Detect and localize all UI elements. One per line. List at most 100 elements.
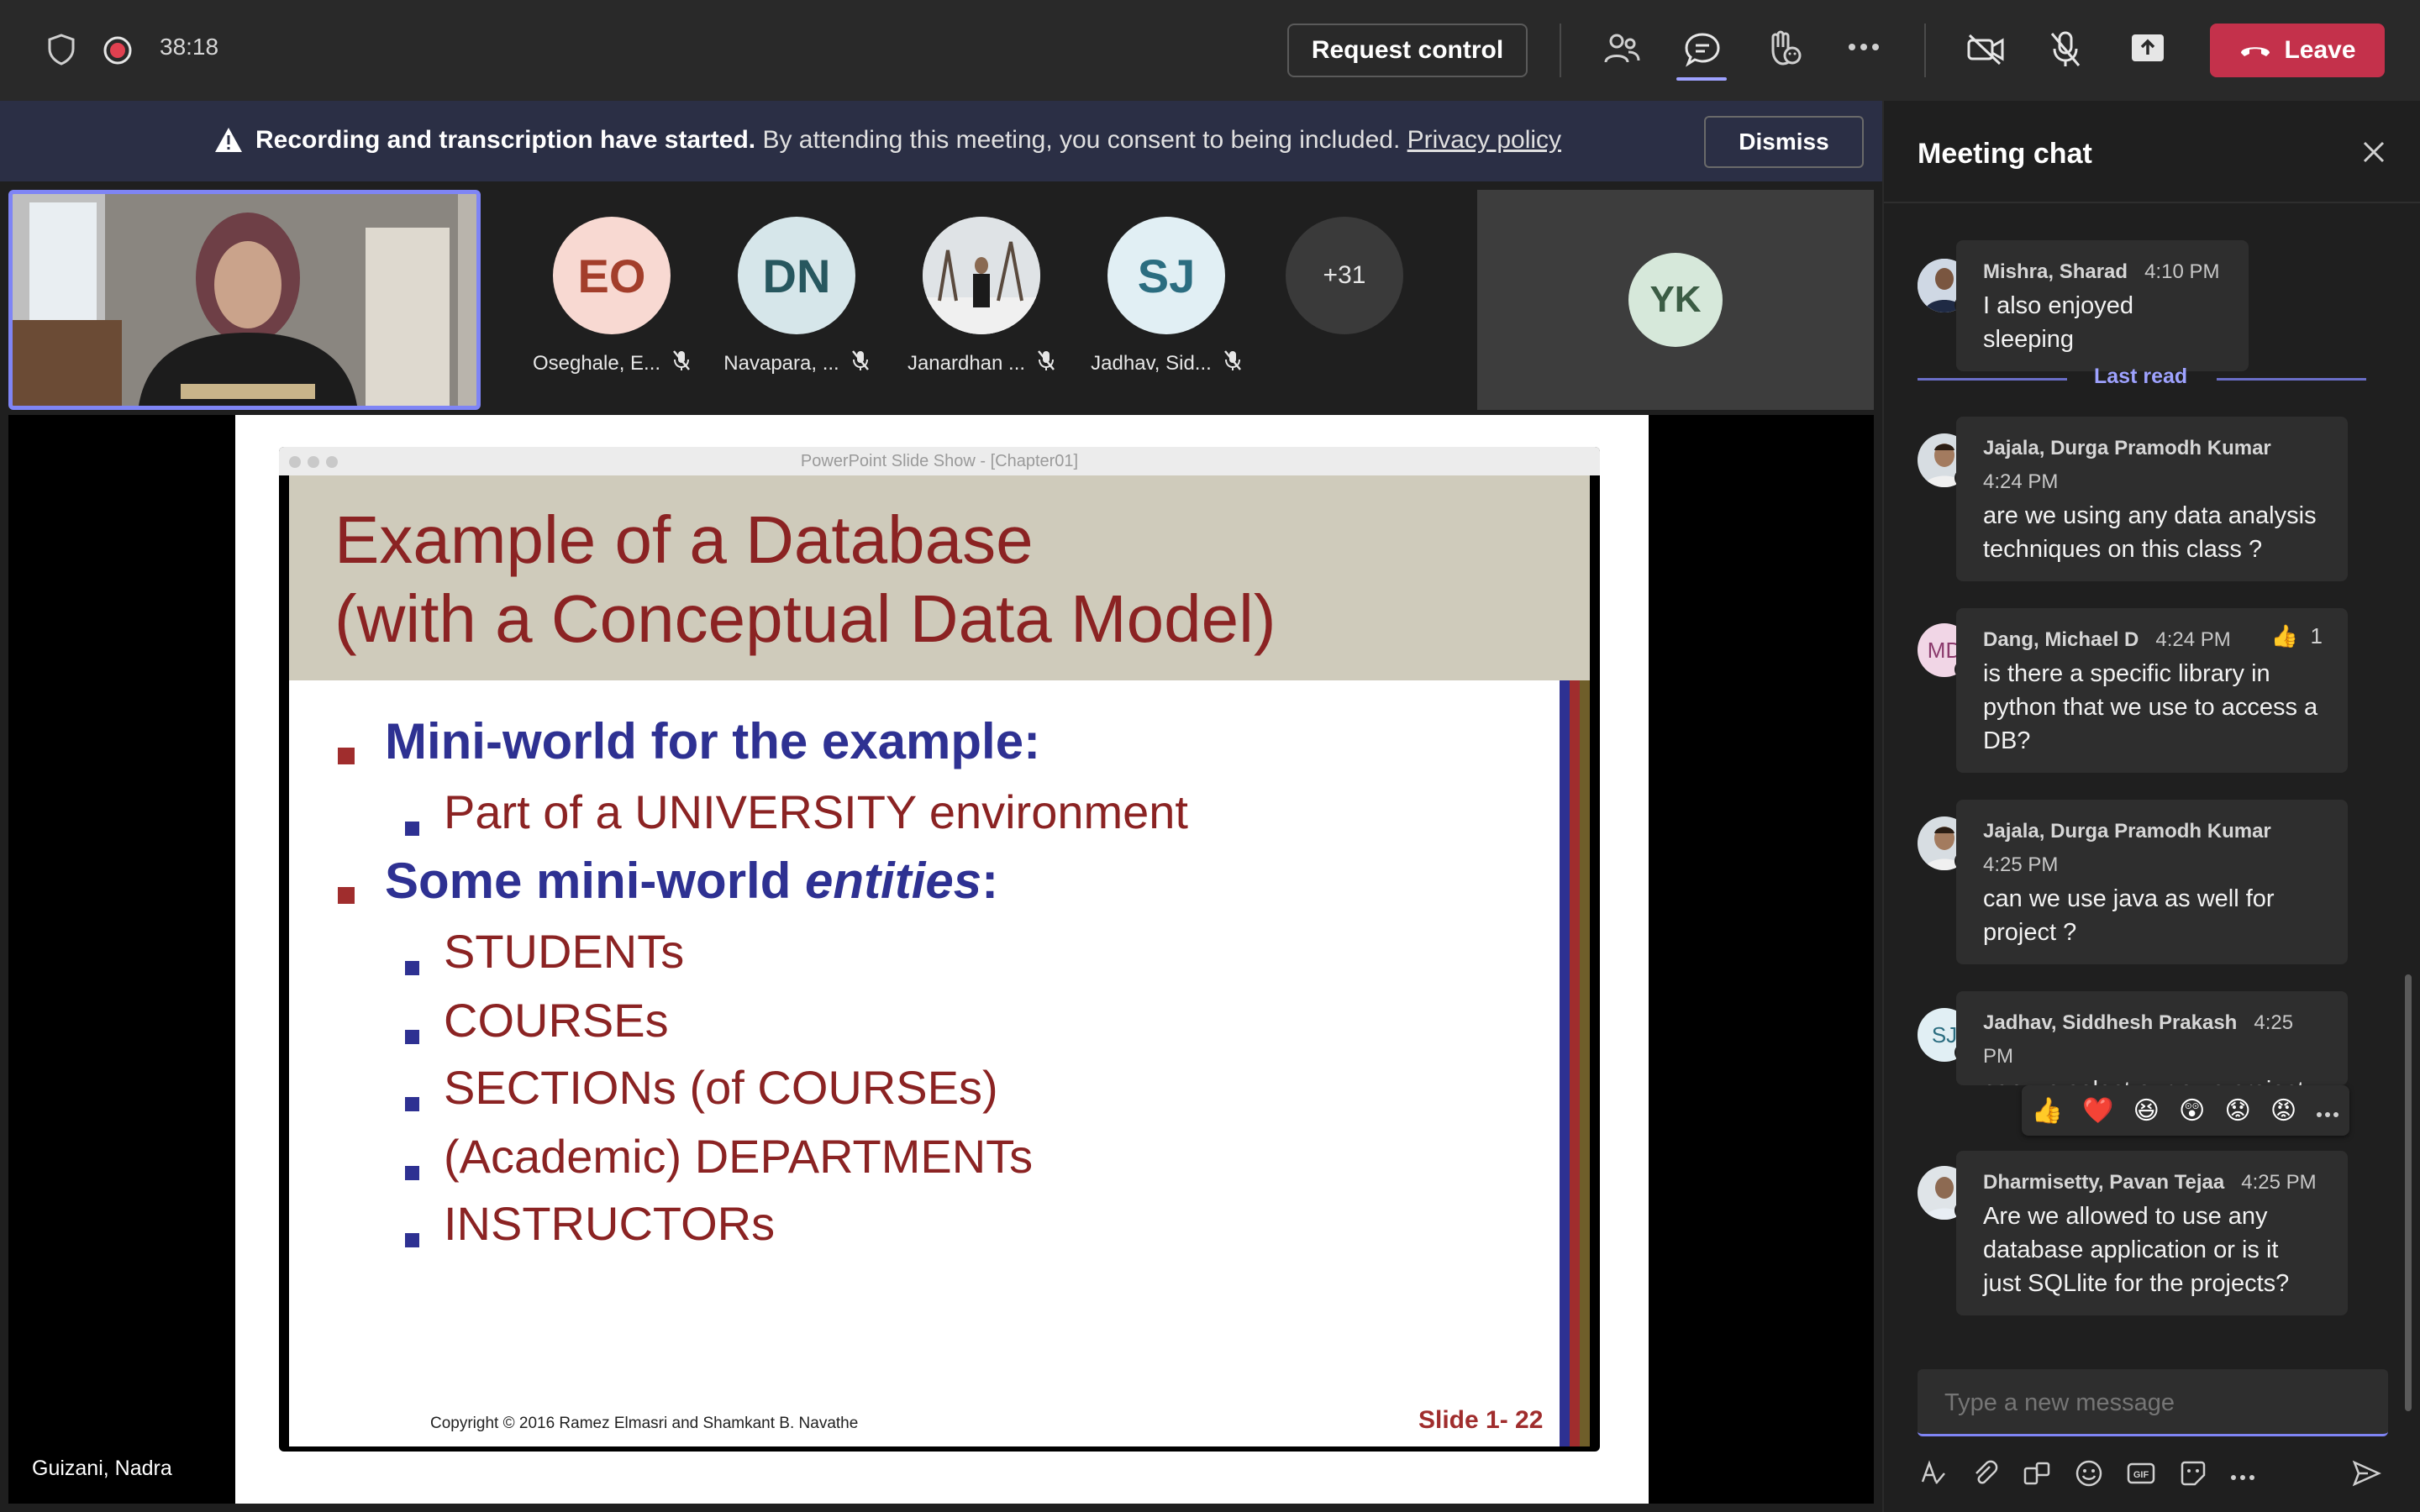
reaction-picker: 👍 ❤️ 😆 😲 😟 😡 — [2022, 1085, 2349, 1136]
message-sender: Dharmisetty, Pavan Tejaa — [1983, 1171, 2225, 1194]
shared-screen: PowerPoint Slide Show - [Chapter01] Exam… — [235, 415, 1649, 1504]
message-time: 4:24 PM — [2155, 628, 2231, 651]
bullet-marker — [405, 1166, 419, 1180]
entity-item: SECTIONs (of COURSEs) — [444, 1061, 998, 1114]
leave-button[interactable]: Leave — [2210, 24, 2385, 77]
overflow-count: +31 — [1286, 217, 1403, 334]
chat-scrollbar[interactable] — [2405, 974, 2412, 1411]
slide-copyright: Copyright © 2016 Ramez Elmasri and Shamk… — [430, 1415, 859, 1432]
attach-icon[interactable] — [1970, 1458, 2000, 1493]
slide-title: Example of a Database (with a Conceptual … — [334, 501, 1276, 659]
video-feed-image — [13, 194, 476, 406]
dismiss-button[interactable]: Dismiss — [1704, 116, 1864, 168]
close-icon[interactable] — [2361, 139, 2386, 169]
bullet-text: Some mini-world entities: — [385, 852, 998, 910]
window-titlebar: PowerPoint Slide Show - [Chapter01] — [279, 447, 1600, 475]
last-read-label: Last read — [2094, 365, 2188, 388]
laugh-icon[interactable]: 😆 — [2133, 1096, 2160, 1126]
message-body: can we use java as well for project ? — [1983, 885, 2275, 946]
gif-icon[interactable]: GIF — [2126, 1458, 2156, 1493]
message-body: can we select our own project topic? — [1983, 1074, 2321, 1085]
surprised-icon[interactable]: 😲 — [2179, 1096, 2205, 1126]
participant-tile[interactable]: SJ Jadhav, Sid... — [1082, 217, 1250, 377]
avatar: EO — [553, 217, 671, 334]
slide-number: Slide 1- 22 — [1418, 1406, 1544, 1434]
bullet-marker — [405, 1097, 419, 1111]
chat-icon[interactable] — [1684, 32, 1721, 67]
bullet-text: Mini-world for the example: — [385, 713, 1041, 769]
heart-icon[interactable]: ❤️ — [2082, 1096, 2113, 1126]
recording-banner: Recording and transcription have started… — [0, 101, 1882, 181]
thumbs-up-icon[interactable]: 👍 — [2032, 1096, 2063, 1126]
send-icon[interactable] — [2351, 1458, 2382, 1493]
format-icon[interactable] — [1918, 1458, 1948, 1493]
entity-item: STUDENTs — [444, 925, 685, 978]
spotlight-participant-tile[interactable]: YK — [1477, 190, 1874, 410]
participant-name-text: Navapara, ... — [723, 351, 839, 375]
entity-item: COURSEs — [444, 994, 669, 1047]
raise-hand-icon[interactable] — [1765, 30, 1802, 67]
avatar: SJ — [1107, 217, 1225, 334]
message-body: I also enjoyed sleeping — [1983, 292, 2133, 353]
window-title: PowerPoint Slide Show - [Chapter01] — [800, 451, 1079, 470]
message-time: 4:10 PM — [2144, 260, 2220, 283]
share-screen-icon[interactable] — [2129, 32, 2166, 66]
mic-off-icon[interactable] — [2049, 30, 2082, 69]
slide-header: Example of a Database (with a Conceptual … — [289, 475, 1590, 680]
bullet-text-emphasis: entities — [805, 853, 982, 909]
camera-off-icon[interactable] — [1966, 32, 2005, 67]
banner-bold-text: Recording and transcription have started… — [255, 126, 756, 154]
message-meta: Jajala, Durga Pramodh Kumar 4:24 PM — [1983, 432, 2321, 499]
loop-component-icon[interactable] — [2022, 1458, 2052, 1493]
slide-title-line2: (with a Conceptual Data Model) — [334, 581, 1276, 656]
more-reactions-icon[interactable] — [2316, 1096, 2339, 1125]
chat-message[interactable]: Jajala, Durga Pramodh Kumar 4:25 PM can w… — [1956, 800, 2348, 964]
chat-message[interactable]: Dharmisetty, Pavan Tejaa 4:25 PM Are we … — [1956, 1151, 2348, 1315]
meeting-timer: 38:18 — [160, 34, 219, 60]
participant-tile[interactable]: DN Navapara, ... — [713, 217, 881, 377]
message-time: 4:24 PM — [1983, 470, 2059, 493]
message-body: is there a specific library in python th… — [1983, 660, 2318, 754]
reaction-badge[interactable]: 👍 1 — [2271, 623, 2323, 649]
participant-tile[interactable]: Janardhan ... — [897, 217, 1065, 377]
message-body: are we using any data analysis technique… — [1983, 502, 2317, 563]
sad-icon[interactable]: 😟 — [2224, 1096, 2250, 1126]
more-participants-button[interactable]: +31 — [1286, 217, 1403, 334]
avatar: YK — [1628, 253, 1723, 347]
chat-message[interactable]: Jajala, Durga Pramodh Kumar 4:24 PM are w… — [1956, 417, 2348, 581]
emoji-icon[interactable] — [2074, 1458, 2104, 1493]
message-sender: Jajala, Durga Pramodh Kumar — [1983, 437, 2271, 459]
recording-icon — [103, 35, 133, 66]
chat-message[interactable]: Mishra, Sharad 4:10 PM I also enjoyed sl… — [1956, 240, 2249, 371]
sticker-icon[interactable] — [2178, 1458, 2208, 1493]
participant-strip: EO Oseghale, E... DN Navapara, ... Janar… — [0, 181, 1882, 415]
compose-box[interactable] — [1918, 1369, 2388, 1436]
privacy-policy-link[interactable]: Privacy policy — [1407, 126, 1561, 154]
more-options-icon[interactable] — [1847, 42, 1881, 52]
bullet-marker — [405, 1030, 419, 1044]
message-sender: Mishra, Sharad — [1983, 260, 2128, 283]
chat-header: Meeting chat — [1884, 101, 2420, 203]
message-input[interactable] — [1944, 1389, 2348, 1417]
compose-toolbar: GIF — [1918, 1448, 2388, 1499]
participant-tile[interactable]: EO Oseghale, E... — [528, 217, 696, 377]
angry-icon[interactable]: 😡 — [2270, 1096, 2296, 1126]
message-meta: Mishra, Sharad 4:10 PM — [1983, 255, 2222, 289]
people-icon[interactable] — [1603, 32, 1640, 66]
chat-title: Meeting chat — [1918, 138, 2092, 170]
window-zoom-dot — [326, 456, 338, 468]
self-video-tile[interactable] — [8, 190, 481, 410]
slide-decoration-bars — [1560, 680, 1590, 1446]
participant-name-text: Oseghale, E... — [532, 351, 661, 375]
chat-message[interactable]: Jadhav, Siddhesh Prakash 4:25 PM can we … — [1956, 991, 2348, 1085]
reaction-count: 1 — [2310, 623, 2323, 648]
powerpoint-window: PowerPoint Slide Show - [Chapter01] Exam… — [279, 447, 1600, 1452]
participant-name: Oseghale, E... — [533, 349, 691, 377]
request-control-button[interactable]: Request control — [1287, 24, 1528, 77]
participant-name: Navapara, ... — [723, 349, 869, 377]
shield-icon — [47, 34, 76, 66]
bullet-marker — [405, 961, 419, 975]
more-options-icon[interactable] — [2230, 1470, 2255, 1485]
chat-message[interactable]: Dang, Michael D 4:24 PM is there a speci… — [1956, 608, 2348, 773]
last-read-divider: Last read — [1918, 363, 2366, 396]
